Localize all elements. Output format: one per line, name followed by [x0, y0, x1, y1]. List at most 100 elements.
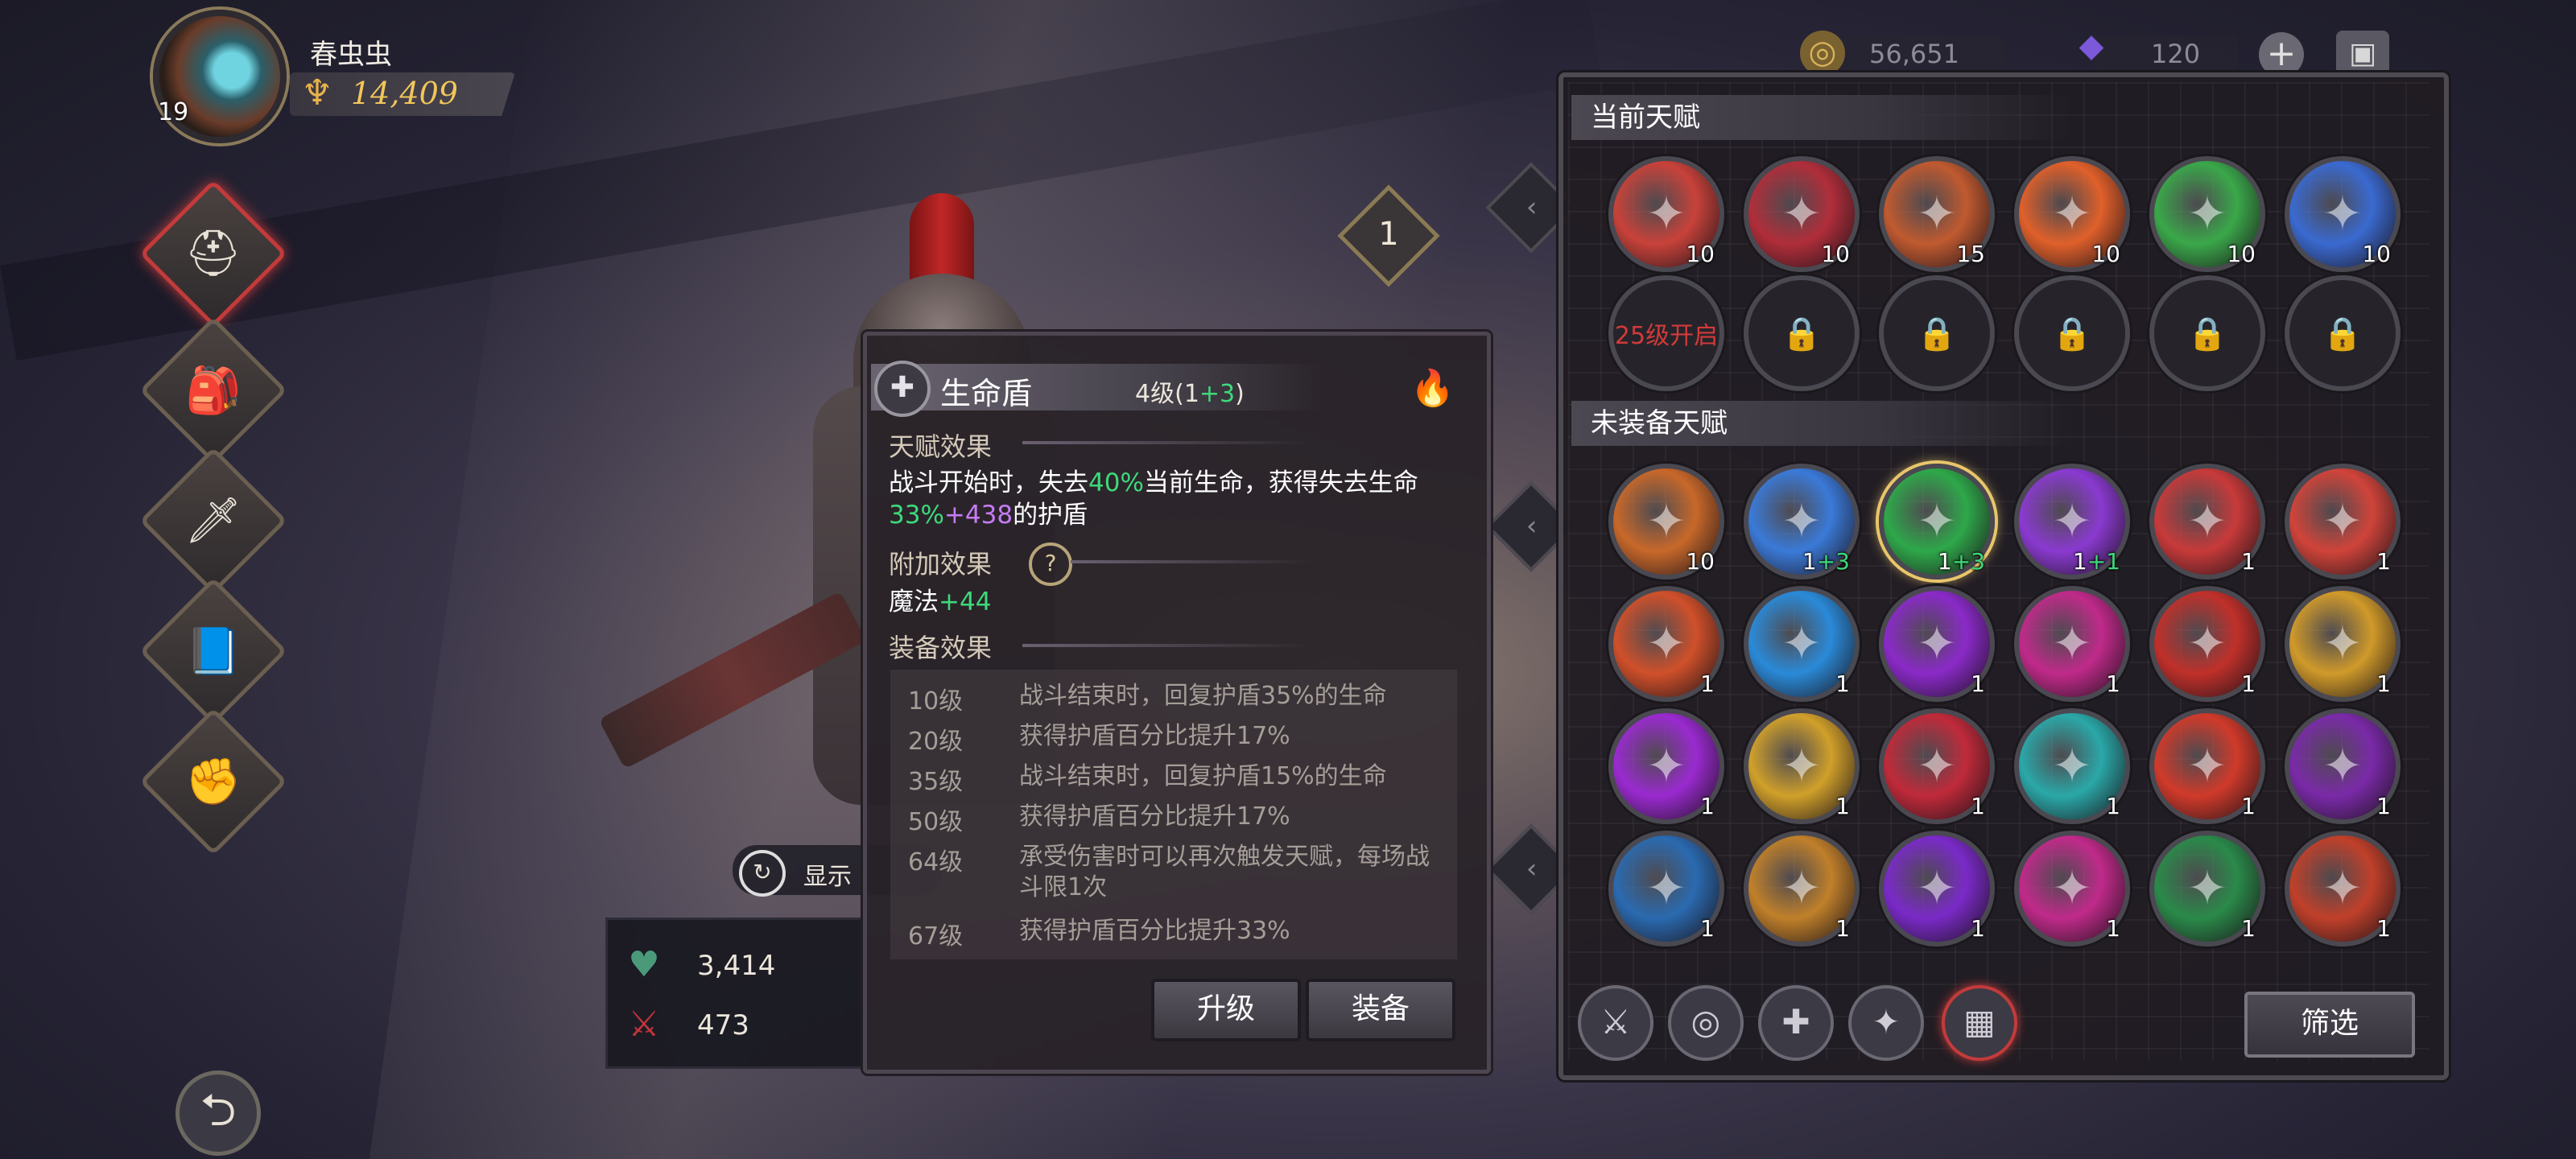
sword-shield-icon: ⚔: [628, 1004, 660, 1045]
fist-punch-talent[interactable]: ✦ 15: [1879, 156, 1995, 272]
purple-flame-icon: ✦: [1916, 860, 1958, 917]
locked-slot-level25[interactable]: 25级开启: [1608, 275, 1724, 391]
talent-level: 1: [2241, 548, 2256, 575]
talent-level: 1: [1835, 915, 1850, 942]
tooltip-header: [871, 364, 1322, 410]
plus-icon: +: [2266, 33, 2297, 74]
purple-flame-talent[interactable]: ✦ 1: [1879, 831, 1995, 947]
blue-cycle-talent[interactable]: ✦ 10: [2285, 156, 2401, 272]
magenta-dancer-icon: ✦: [2051, 616, 2093, 672]
filter-attack-button[interactable]: ⚔: [1578, 985, 1653, 1061]
filter-button[interactable]: 筛选: [2244, 992, 2415, 1058]
frost-mage-talent[interactable]: ✦ 1: [1608, 831, 1724, 947]
shadow-blade-talent[interactable]: ✦ 1: [1879, 586, 1995, 702]
talent-level-base: 1: [1971, 793, 1985, 819]
talent-level-bonus: +3: [1816, 548, 1850, 575]
ice-knight-talent[interactable]: ✦ 1+3: [1744, 464, 1860, 580]
flame-fighter-icon: ✦: [2051, 186, 2093, 242]
green-cloak-icon: ✦: [2186, 860, 2228, 917]
lock-icon: 🔒: [2187, 315, 2227, 353]
heart-break-talent[interactable]: ✦ 1: [1879, 708, 1995, 824]
filter-magic-button[interactable]: ✦: [1848, 985, 1924, 1061]
talent-level: 1: [2376, 670, 2391, 697]
talent-level: 1: [2241, 670, 2256, 697]
unequipped-talents-title: 未装备天赋: [1571, 401, 2074, 446]
life-shield-talent[interactable]: ✦ 1+3: [1879, 464, 1995, 580]
talent-level-base: 1: [2376, 915, 2391, 942]
green-vortex-icon: ✦: [2186, 186, 2228, 242]
talent-level: 1: [2106, 670, 2120, 697]
red-slash-talent[interactable]: ✦ 1: [2285, 464, 2401, 580]
talent-level-base: 1: [2376, 793, 2391, 819]
fire-demon-talent[interactable]: ✦ 1: [2149, 708, 2265, 824]
chevron-left-icon: ‹: [1525, 191, 1538, 224]
talent-description: 战斗开始时，失去40%当前生命，获得失去生命33%+438的护盾: [889, 468, 1418, 530]
golden-helm-icon: ✦: [1781, 738, 1823, 794]
magenta-dancer-talent[interactable]: ✦ 1: [2014, 586, 2130, 702]
purple-fist-talent[interactable]: ✦ 1: [2285, 708, 2401, 824]
talent-level: 1: [2241, 793, 2256, 819]
cross-shield-icon: ✚: [874, 361, 931, 417]
blade-warrior-talent[interactable]: ✦ 10: [1744, 156, 1860, 272]
side-tab-weapon[interactable]: 🗡: [139, 447, 287, 595]
lock-icon: 🔒: [1917, 315, 1957, 353]
lightning-strike-talent[interactable]: ✦ 1: [1744, 586, 1860, 702]
attack-value: 473: [697, 1009, 749, 1041]
purple-wave-icon: ✦: [1645, 738, 1687, 794]
talent-level: 1: [1835, 793, 1850, 819]
talent-level: 15: [1956, 241, 1985, 267]
claw-strike-talent[interactable]: ✦ 10: [1608, 156, 1724, 272]
help-icon[interactable]: ?: [1029, 542, 1072, 586]
equip-button[interactable]: 装备: [1306, 979, 1455, 1041]
talent-level-base: 1: [2376, 670, 2391, 697]
talent-level: 1: [2106, 915, 2120, 942]
fire-chest-talent[interactable]: ✦ 10: [1608, 464, 1724, 580]
pink-runner-icon: ✦: [2051, 860, 2093, 917]
talent-level-base: 1: [1802, 548, 1817, 575]
talent-level: 1: [2106, 793, 2120, 819]
green-vortex-talent[interactable]: ✦ 10: [2149, 156, 2265, 272]
talent-level-base: 1: [1700, 915, 1715, 942]
purple-wave-talent[interactable]: ✦ 1: [1608, 708, 1724, 824]
side-tab-gear[interactable]: 🎒: [139, 316, 287, 464]
talent-badge-value: 1: [1378, 216, 1399, 253]
teal-spirit-talent[interactable]: ✦ 1: [2014, 708, 2130, 824]
lock-icon: 🔒: [1781, 315, 1822, 353]
crimson-sword-talent[interactable]: ✦ 1: [2149, 586, 2265, 702]
green-cloak-talent[interactable]: ✦ 1: [2149, 831, 2265, 947]
purple-spear-icon: ✦: [2051, 493, 2093, 550]
red-claws-icon: ✦: [2322, 860, 2363, 917]
talent-level-base: 1: [2376, 548, 2391, 575]
back-button[interactable]: ⮌: [175, 1070, 261, 1156]
upgrade-button[interactable]: 升级: [1151, 979, 1301, 1041]
flame-fighter-talent[interactable]: ✦ 10: [2014, 156, 2130, 272]
purple-spear-talent[interactable]: ✦ 1+1: [2014, 464, 2130, 580]
gem-amount: 120: [2151, 39, 2201, 69]
filter-swirl-button[interactable]: ◎: [1668, 985, 1744, 1061]
side-tab-upgrade[interactable]: ✊: [139, 707, 287, 856]
talent-level: 1: [2376, 915, 2391, 942]
lightning-strike-icon: ✦: [1781, 616, 1823, 672]
golden-warrior-talent[interactable]: ✦ 1: [1744, 831, 1860, 947]
talent-level-base: 1: [2241, 548, 2256, 575]
fire-burst-talent[interactable]: ✦ 1: [1608, 586, 1724, 702]
filter-support-button[interactable]: ✚: [1758, 985, 1834, 1061]
filter-all-button[interactable]: ▦: [1942, 985, 2017, 1061]
talent-level-base: 1: [1700, 793, 1715, 819]
talent-level-base: 1: [2241, 793, 2256, 819]
talent-level: 10: [2227, 241, 2256, 267]
talent-level-base: 1: [2106, 915, 2120, 942]
cross-sparkle-icon: ✚: [1781, 1002, 1810, 1041]
inventory-button[interactable]: ▣: [2336, 31, 2389, 77]
golden-helm-talent[interactable]: ✦ 1: [1744, 708, 1860, 824]
pink-runner-talent[interactable]: ✦ 1: [2014, 831, 2130, 947]
add-currency-button[interactable]: +: [2259, 32, 2304, 77]
red-target-talent[interactable]: ✦ 1: [2149, 464, 2265, 580]
red-claws-talent[interactable]: ✦ 1: [2285, 831, 2401, 947]
golden-spear-talent[interactable]: ✦ 1: [2285, 586, 2401, 702]
locked-slot: 🔒: [2149, 275, 2265, 391]
side-tab-spellbook[interactable]: 📘: [139, 577, 287, 725]
locked-slot: 🔒: [2285, 275, 2401, 391]
lock-icon: 🔒: [2052, 315, 2092, 353]
talent-level: 1+1: [2073, 548, 2120, 575]
